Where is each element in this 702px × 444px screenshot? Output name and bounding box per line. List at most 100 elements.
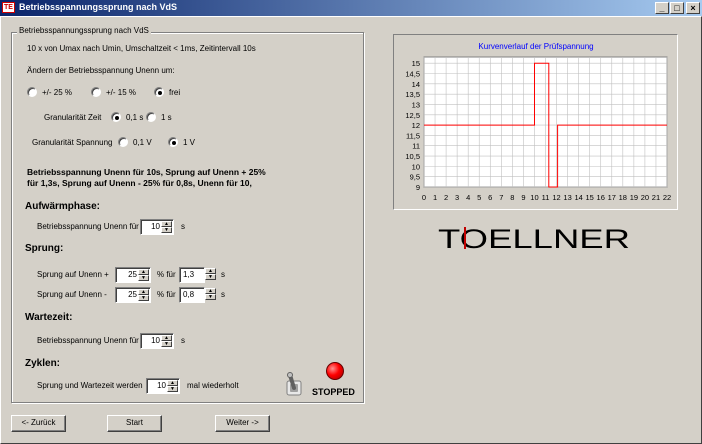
y-axis-ticks: 15 14,51413,513 12,51211,5 1110,510 9,59 bbox=[405, 59, 420, 192]
voltage-chart: Kurvenverlauf der Prüfspannung 1514,5141… bbox=[405, 42, 671, 202]
jump-up-time-down-arrow[interactable]: ▼ bbox=[205, 274, 216, 280]
warmup-down-arrow[interactable]: ▼ bbox=[161, 227, 172, 233]
logo-text: TOELLNER bbox=[438, 224, 630, 252]
radio-voltage-1v-label: 1 V bbox=[183, 138, 196, 147]
radio-free-label: frei bbox=[169, 88, 181, 97]
radio-time-0-1s[interactable] bbox=[111, 112, 121, 122]
y-tick-label: 13,5 bbox=[405, 90, 420, 99]
cycles-down-arrow[interactable]: ▼ bbox=[167, 386, 178, 392]
cycles-suffix: mal wiederholt bbox=[187, 381, 239, 390]
warmup-stepper[interactable]: 10 ▲ ▼ bbox=[140, 219, 174, 235]
x-tick-label: 8 bbox=[510, 193, 514, 202]
cycles-value: 10 bbox=[157, 381, 166, 390]
jump-up-time-value: 1,3 bbox=[183, 270, 195, 279]
x-tick-label: 22 bbox=[663, 193, 671, 202]
jump-up-for-label: % für bbox=[157, 270, 176, 279]
wait-heading: Wartezeit: bbox=[25, 312, 73, 323]
jump-up-percent-down-arrow[interactable]: ▼ bbox=[138, 275, 149, 281]
x-tick-label: 2 bbox=[444, 193, 448, 202]
wait-down-arrow[interactable]: ▼ bbox=[161, 341, 172, 347]
x-tick-label: 20 bbox=[641, 193, 649, 202]
granularity-time-label: Granularität Zeit bbox=[44, 113, 102, 122]
cycles-heading: Zyklen: bbox=[25, 358, 61, 369]
x-tick-label: 9 bbox=[521, 193, 525, 202]
cycles-stepper[interactable]: 10 ▲ ▼ bbox=[146, 378, 180, 394]
wait-unit: s bbox=[181, 336, 185, 345]
jump-up-percent-value: 25 bbox=[128, 270, 137, 279]
jump-up-label: Sprung auf Unenn + bbox=[37, 270, 109, 279]
wait-stepper[interactable]: 10 ▲ ▼ bbox=[140, 333, 174, 349]
x-axis-ticks: 0 1 2 3 4 5 6 7 8 9 10 11 12 13 14 15 16 17 18 19 20 21 22 bbox=[422, 193, 671, 202]
jump-down-time-spinner[interactable]: ▲ ▼ bbox=[203, 287, 216, 303]
start-button[interactable]: Start bbox=[107, 415, 162, 432]
jump-down-unit: s bbox=[221, 290, 225, 299]
next-button[interactable]: Weiter -> bbox=[215, 415, 270, 432]
radio-voltage-1v[interactable] bbox=[168, 137, 178, 147]
maximize-button[interactable]: □ bbox=[670, 2, 684, 14]
info-text: 10 x von Umax nach Umin, Umschaltzeit < … bbox=[27, 44, 256, 53]
warmup-label: Betriebsspannung Unenn für bbox=[37, 222, 139, 231]
jump-down-percent-value: 25 bbox=[128, 290, 137, 299]
jump-down-percent-stepper[interactable]: 25 ▲ ▼ bbox=[115, 287, 151, 303]
radio-voltage-0-1v[interactable] bbox=[118, 137, 128, 147]
change-label: Ändern der Betriebsspannung Unenn um: bbox=[27, 66, 175, 75]
radio-time-1s[interactable] bbox=[146, 112, 156, 122]
summary-line-1: Betriebsspannung Unenn für 10s, Sprung a… bbox=[27, 167, 266, 177]
chart-title: Kurvenverlauf der Prüfspannung bbox=[478, 42, 593, 51]
y-tick-label: 10,5 bbox=[405, 152, 420, 161]
x-tick-label: 15 bbox=[586, 193, 594, 202]
x-tick-label: 21 bbox=[652, 193, 660, 202]
radio-25-percent[interactable] bbox=[27, 87, 37, 97]
window-title: Betriebsspannungssprung nach VdS bbox=[19, 2, 178, 12]
toellner-logo: TOELLNER bbox=[438, 224, 638, 254]
granularity-voltage-label: Granularität Spannung bbox=[32, 138, 113, 147]
x-tick-label: 4 bbox=[466, 193, 470, 202]
x-tick-label: 16 bbox=[597, 193, 605, 202]
jump-down-time-field[interactable]: 0,8 bbox=[179, 287, 205, 303]
radio-voltage-0-1v-label: 0,1 V bbox=[133, 138, 152, 147]
y-tick-label: 12,5 bbox=[405, 111, 420, 120]
radio-free[interactable] bbox=[154, 87, 164, 97]
y-tick-label: 13 bbox=[412, 100, 420, 109]
y-tick-label: 14 bbox=[412, 80, 420, 89]
jump-down-for-label: % für bbox=[157, 290, 176, 299]
jump-up-time-spinner[interactable]: ▲ ▼ bbox=[203, 267, 216, 283]
radio-15-percent[interactable] bbox=[91, 87, 101, 97]
jump-heading: Sprung: bbox=[25, 243, 64, 254]
jump-down-percent-down-arrow[interactable]: ▼ bbox=[138, 295, 149, 301]
status-text: STOPPED bbox=[312, 387, 355, 397]
x-tick-label: 1 bbox=[433, 193, 437, 202]
jump-up-unit: s bbox=[221, 270, 225, 279]
warmup-heading: Aufwärmphase: bbox=[25, 201, 101, 212]
x-tick-label: 13 bbox=[563, 193, 571, 202]
x-tick-label: 19 bbox=[630, 193, 638, 202]
group-legend: Betriebsspannungssprung nach VdS bbox=[17, 26, 151, 35]
wait-value: 10 bbox=[151, 336, 160, 345]
y-tick-label: 11,5 bbox=[406, 131, 420, 140]
y-tick-label: 9 bbox=[416, 183, 420, 192]
app-icon: TE bbox=[2, 2, 15, 13]
start-stop-toggle-switch[interactable] bbox=[286, 372, 308, 396]
y-tick-label: 11 bbox=[412, 142, 420, 151]
cycles-label: Sprung und Wartezeit werden bbox=[37, 381, 143, 390]
x-tick-label: 14 bbox=[574, 193, 582, 202]
x-tick-label: 11 bbox=[542, 193, 550, 202]
radio-time-0-1s-label: 0,1 s bbox=[126, 113, 144, 122]
y-tick-label: 14,5 bbox=[405, 70, 420, 79]
jump-up-time-field[interactable]: 1,3 bbox=[179, 267, 205, 283]
title-bar: TE Betriebsspannungssprung nach VdS _ □ … bbox=[0, 0, 702, 16]
x-tick-label: 3 bbox=[455, 193, 459, 202]
x-tick-label: 10 bbox=[530, 193, 538, 202]
back-button[interactable]: <- Zurück bbox=[11, 415, 66, 432]
logo-red-accent bbox=[464, 227, 466, 249]
jump-up-percent-stepper[interactable]: 25 ▲ ▼ bbox=[115, 267, 151, 283]
status-led bbox=[326, 362, 344, 380]
jump-down-time-down-arrow[interactable]: ▼ bbox=[205, 294, 216, 300]
close-button[interactable]: × bbox=[686, 2, 700, 14]
y-tick-label: 10 bbox=[412, 162, 420, 171]
minimize-button[interactable]: _ bbox=[655, 2, 669, 14]
warmup-value: 10 bbox=[151, 222, 160, 231]
x-tick-label: 0 bbox=[422, 193, 426, 202]
x-tick-label: 18 bbox=[619, 193, 627, 202]
toggle-switch-icon bbox=[286, 372, 302, 396]
